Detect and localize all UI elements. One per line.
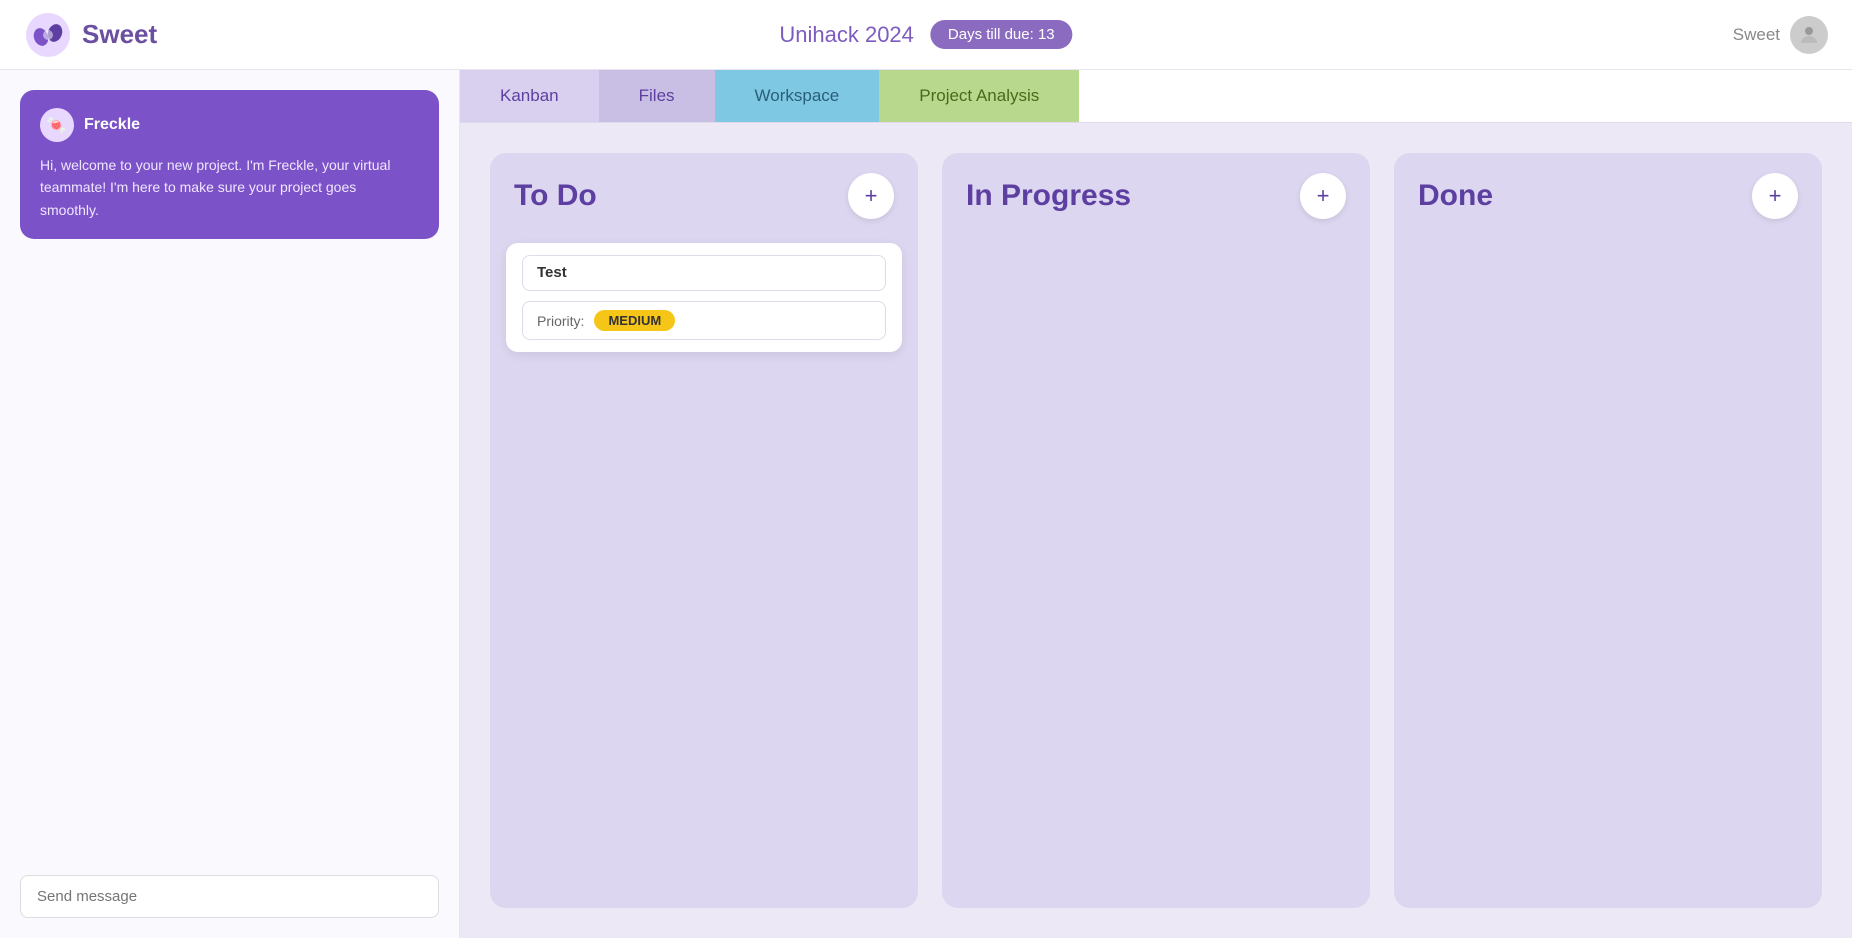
sidebar: 🍬 Freckle Hi, welcome to your new projec… (0, 70, 460, 938)
task-priority-row: Priority: MEDIUM (522, 301, 886, 340)
project-info: Unihack 2024 Days till due: 13 (779, 20, 1072, 49)
column-in-progress-header: In Progress + (942, 153, 1370, 235)
tab-workspace[interactable]: Workspace (715, 70, 880, 122)
app-header: Sweet Unihack 2024 Days till due: 13 Swe… (0, 0, 1852, 70)
main-layout: 🍬 Freckle Hi, welcome to your new projec… (0, 70, 1852, 938)
tab-project-analysis[interactable]: Project Analysis (879, 70, 1079, 122)
user-area: Sweet (1733, 16, 1828, 54)
logo-area: Sweet (24, 11, 157, 59)
tab-kanban[interactable]: Kanban (460, 70, 599, 122)
column-todo: To Do + Test Priority: MEDIUM (490, 153, 918, 908)
column-in-progress: In Progress + (942, 153, 1370, 908)
column-todo-header: To Do + (490, 153, 918, 235)
column-todo-title: To Do (514, 179, 597, 213)
chat-input-area (20, 875, 439, 918)
freckle-avatar: 🍬 (40, 108, 74, 142)
column-in-progress-title: In Progress (966, 179, 1131, 213)
project-title: Unihack 2024 (779, 22, 914, 48)
sweet-logo-icon (24, 11, 72, 59)
task-title-row: Test (522, 255, 886, 291)
avatar-icon (1797, 23, 1821, 47)
days-badge: Days till due: 13 (930, 20, 1073, 49)
freckle-card: 🍬 Freckle Hi, welcome to your new projec… (20, 90, 439, 239)
app-title: Sweet (82, 19, 157, 50)
priority-badge: MEDIUM (594, 310, 675, 331)
column-in-progress-body (942, 235, 1370, 908)
task-card-test[interactable]: Test Priority: MEDIUM (506, 243, 902, 352)
chat-input[interactable] (20, 875, 439, 918)
column-done-header: Done + (1394, 153, 1822, 235)
freckle-header: 🍬 Freckle (40, 108, 419, 142)
priority-label: Priority: (537, 313, 584, 329)
add-in-progress-button[interactable]: + (1300, 173, 1346, 219)
user-avatar[interactable] (1790, 16, 1828, 54)
add-todo-button[interactable]: + (848, 173, 894, 219)
column-done-title: Done (1418, 179, 1493, 213)
task-title: Test (537, 264, 567, 281)
freckle-message: Hi, welcome to your new project. I'm Fre… (40, 154, 419, 221)
column-done: Done + (1394, 153, 1822, 908)
tab-files[interactable]: Files (599, 70, 715, 122)
content-area: Kanban Files Workspace Project Analysis … (460, 70, 1852, 938)
user-name: Sweet (1733, 25, 1780, 45)
column-done-body (1394, 235, 1822, 908)
tab-bar: Kanban Files Workspace Project Analysis (460, 70, 1852, 123)
column-todo-body: Test Priority: MEDIUM (490, 235, 918, 908)
add-done-button[interactable]: + (1752, 173, 1798, 219)
kanban-board: To Do + Test Priority: MEDIUM (460, 123, 1852, 938)
freckle-name: Freckle (84, 116, 140, 134)
